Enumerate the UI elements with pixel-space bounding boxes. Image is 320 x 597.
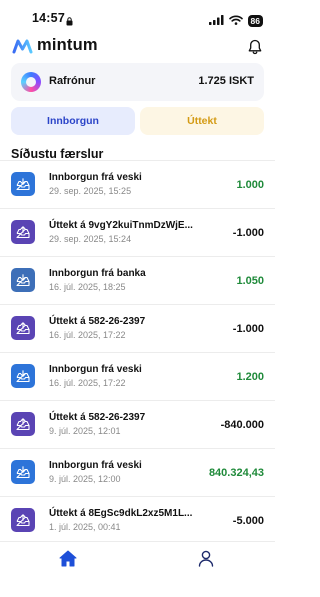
inbox-out-icon xyxy=(11,508,35,532)
lock-icon xyxy=(66,13,73,31)
transaction-amount: -1.000 xyxy=(232,323,264,335)
transaction-amount: -1.000 xyxy=(232,227,264,239)
transaction-amount: 1.050 xyxy=(236,275,264,287)
transaction-row[interactable]: Innborgun frá veski 29. sep. 2025, 15:25… xyxy=(0,161,275,208)
transaction-row[interactable]: Innborgun frá veski 9. júl. 2025, 12:00 … xyxy=(0,449,275,496)
section-title: Síðustu færslur xyxy=(11,147,104,161)
home-icon[interactable] xyxy=(59,550,77,572)
bell-icon[interactable] xyxy=(248,39,262,60)
transaction-amount: 1.200 xyxy=(236,371,264,383)
withdraw-button[interactable]: Úttekt xyxy=(140,107,264,135)
battery-indicator: 86 xyxy=(247,15,263,27)
balance-value: 1.725 ISKT xyxy=(198,75,254,87)
app-header: mintum xyxy=(0,34,275,60)
transaction-date: 16. júl. 2025, 17:22 xyxy=(49,330,126,340)
currency-icon xyxy=(21,72,41,92)
transaction-date: 16. júl. 2025, 17:22 xyxy=(49,378,126,388)
transaction-title: Innborgun frá veski xyxy=(49,460,142,471)
transaction-date: 16. júl. 2025, 18:25 xyxy=(49,282,126,292)
transaction-title: Innborgun frá veski xyxy=(49,172,142,183)
inbox-out-icon xyxy=(11,220,35,244)
transaction-date: 9. júl. 2025, 12:00 xyxy=(49,474,121,484)
status-bar: 14:57 86 xyxy=(0,0,275,34)
transaction-date: 9. júl. 2025, 12:01 xyxy=(49,426,121,436)
transaction-amount: -840.000 xyxy=(220,419,264,431)
bottom-nav xyxy=(0,541,275,597)
inbox-in-icon xyxy=(11,460,35,484)
inbox-out-icon xyxy=(11,316,35,340)
inbox-in-icon xyxy=(11,172,35,196)
transaction-amount: 1.000 xyxy=(236,179,264,191)
deposit-button[interactable]: Innborgun xyxy=(11,107,135,135)
transaction-row[interactable]: Úttekt á 582-26-2397 9. júl. 2025, 12:01… xyxy=(0,401,275,448)
transaction-date: 1. júl. 2025, 00:41 xyxy=(49,522,121,532)
profile-icon[interactable] xyxy=(198,550,214,572)
transaction-row[interactable]: Innborgun frá banka 16. júl. 2025, 18:25… xyxy=(0,257,275,304)
transaction-row[interactable]: Úttekt á 8EgSc9dkL2xz5M1L... 1. júl. 202… xyxy=(0,497,275,544)
inbox-out-icon xyxy=(11,412,35,436)
app-logo: mintum xyxy=(12,36,98,55)
mintum-logo-icon xyxy=(12,39,33,53)
transaction-title: Innborgun frá veski xyxy=(49,364,142,375)
transaction-row[interactable]: Innborgun frá veski 16. júl. 2025, 17:22… xyxy=(0,353,275,400)
balance-card[interactable]: Rafrónur 1.725 ISKT xyxy=(11,63,264,101)
transaction-date: 29. sep. 2025, 15:25 xyxy=(49,186,132,196)
transaction-amount: -5.000 xyxy=(232,515,264,527)
app-name: mintum xyxy=(37,36,98,54)
transaction-row[interactable]: Úttekt á 9vgY2kuiTnmDzWjE... 29. sep. 20… xyxy=(0,209,275,256)
transaction-row[interactable]: Úttekt á 582-26-2397 16. júl. 2025, 17:2… xyxy=(0,305,275,352)
signal-icon xyxy=(208,12,224,30)
status-time: 14:57 xyxy=(32,11,65,25)
inbox-in-icon xyxy=(11,364,35,388)
status-indicators: 86 xyxy=(208,12,263,30)
transaction-date: 29. sep. 2025, 15:24 xyxy=(49,234,132,244)
transaction-title: Úttekt á 582-26-2397 xyxy=(49,412,146,423)
transaction-amount: 840.324,43 xyxy=(208,467,264,479)
transaction-title: Innborgun frá banka xyxy=(49,268,146,279)
transaction-title: Úttekt á 8EgSc9dkL2xz5M1L... xyxy=(49,508,193,519)
wifi-icon xyxy=(228,12,243,30)
transaction-title: Úttekt á 582-26-2397 xyxy=(49,316,146,327)
transaction-title: Úttekt á 9vgY2kuiTnmDzWjE... xyxy=(49,220,193,231)
balance-label: Rafrónur xyxy=(49,75,96,87)
inbox-in-icon xyxy=(11,268,35,292)
